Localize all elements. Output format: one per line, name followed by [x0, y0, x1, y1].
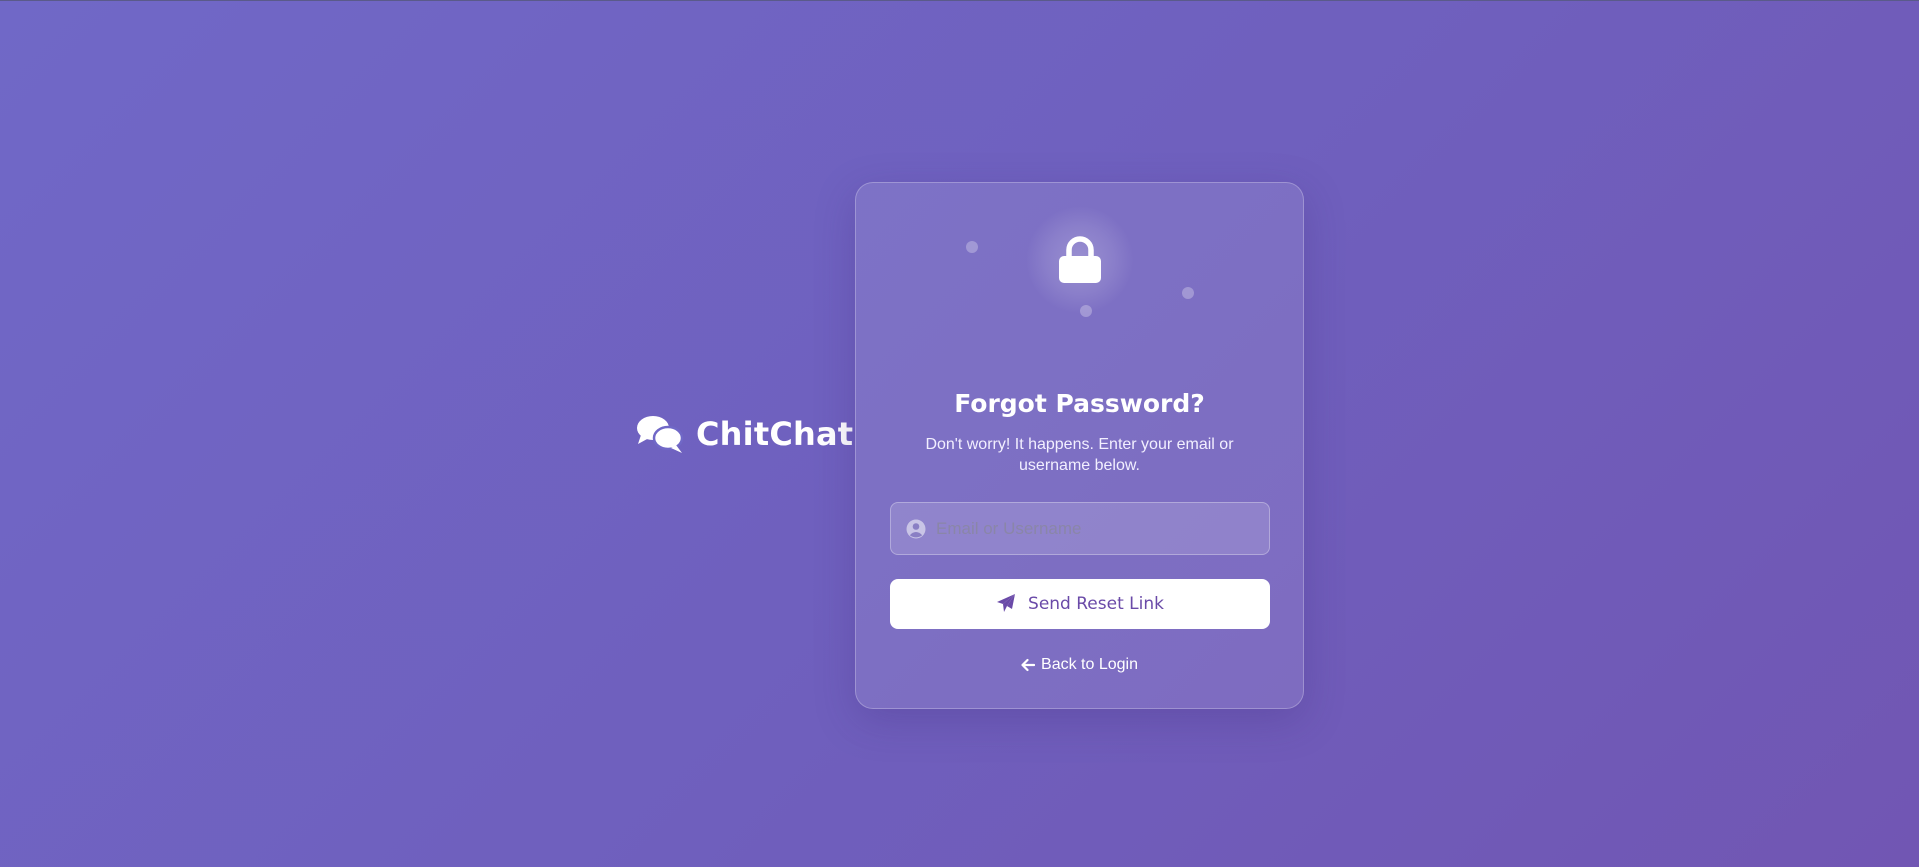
user-circle-icon [906, 519, 926, 539]
decorative-dot [966, 241, 978, 253]
page-subtitle: Don't worry! It happens. Enter your emai… [925, 436, 1234, 474]
email-username-field[interactable] [890, 502, 1270, 555]
forgot-password-card: Forgot Password? Don't worry! It happens… [855, 182, 1304, 709]
brand-name: ChitChat [696, 415, 854, 453]
lock-icon-badge [1027, 207, 1133, 313]
email-username-input[interactable] [936, 503, 1269, 554]
comments-icon [636, 414, 684, 454]
top-border [0, 0, 1919, 1]
arrow-left-icon [1021, 658, 1036, 672]
paper-plane-icon [996, 593, 1016, 616]
page-title: Forgot Password? [954, 389, 1205, 418]
back-to-login-label: Back to Login [1041, 656, 1138, 673]
back-to-login-link[interactable]: Back to Login [856, 656, 1303, 674]
brand: ChitChat [636, 414, 853, 454]
send-reset-link-button[interactable]: Send Reset Link [890, 579, 1270, 629]
lock-icon [1059, 236, 1101, 283]
decorative-dot [1182, 287, 1194, 299]
send-reset-link-label: Send Reset Link [1028, 594, 1164, 614]
